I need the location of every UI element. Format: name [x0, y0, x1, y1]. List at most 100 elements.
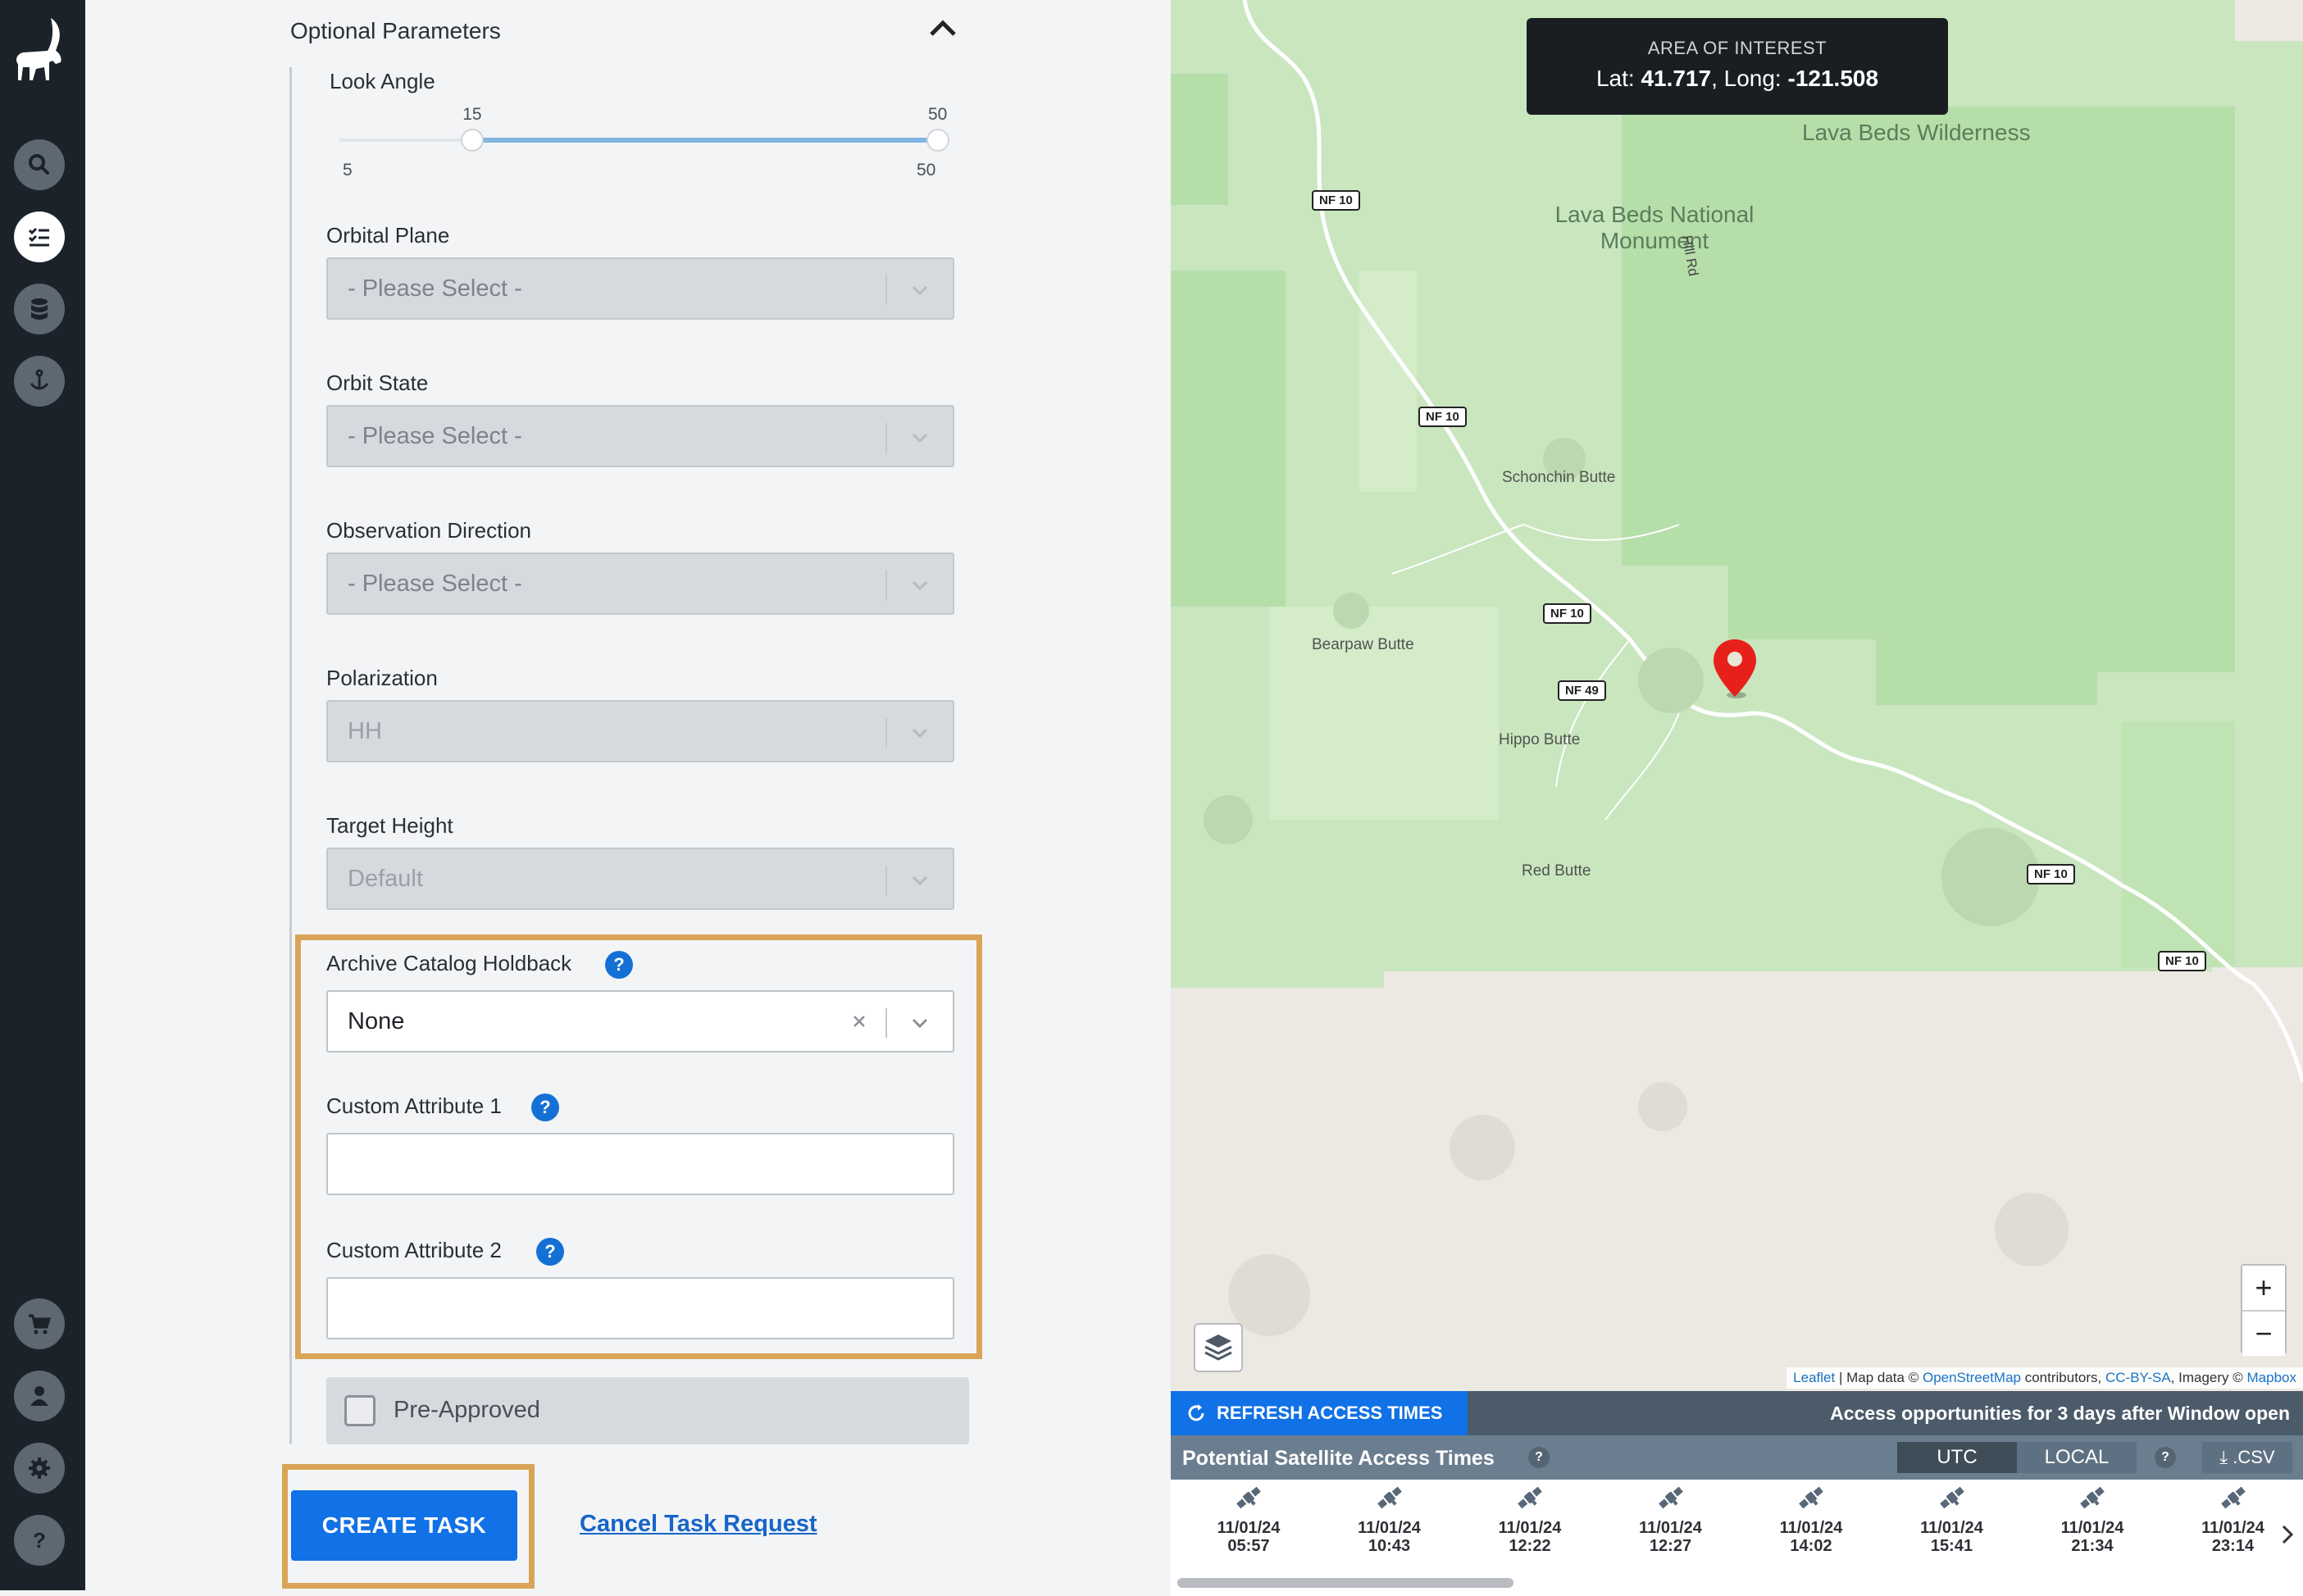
access-slot[interactable]: 11/01/24 15:41	[1907, 1483, 1997, 1555]
slot-date: 11/01/24	[2060, 1519, 2124, 1537]
refresh-access-times-button[interactable]: REFRESH ACCESS TIMES	[1171, 1391, 1468, 1435]
slot-time: 12:27	[1649, 1537, 1692, 1555]
access-slot[interactable]: 11/01/24 10:43	[1345, 1483, 1435, 1555]
orbital-plane-select[interactable]: - Please Select -	[326, 257, 954, 320]
download-icon: ⤓	[2219, 1447, 2228, 1467]
map-label-monument-line2: Monument	[1600, 228, 1709, 253]
orbital-plane-label: Orbital Plane	[326, 223, 450, 248]
access-toolbar: REFRESH ACCESS TIMES Access opportunitie…	[1171, 1391, 2303, 1435]
road-shield-nf10: NF 10	[2158, 951, 2206, 971]
section-title: Optional Parameters	[290, 18, 501, 43]
custom-attribute-1-help-icon[interactable]: ?	[531, 1094, 559, 1121]
nav-anchor[interactable]	[14, 356, 65, 407]
leaflet-link[interactable]: Leaflet	[1793, 1370, 1835, 1385]
nav-tasks[interactable]	[14, 211, 65, 262]
anchor-icon	[30, 369, 49, 390]
slot-date: 11/01/24	[1639, 1519, 1702, 1537]
aoi-title: AREA OF INTEREST	[1647, 38, 1827, 58]
csv-label: .CSV	[2232, 1447, 2275, 1467]
observation-direction-value: - Please Select -	[348, 571, 522, 597]
mapbox-link[interactable]: Mapbox	[2247, 1370, 2296, 1385]
look-angle-min-handle[interactable]	[461, 129, 485, 152]
horizontal-scrollbar[interactable]	[1177, 1578, 1513, 1588]
road-shield-nf49: NF 49	[1558, 680, 1606, 701]
chevron-up-icon[interactable]	[926, 15, 959, 39]
clear-icon[interactable]	[848, 1010, 871, 1033]
location-pin-icon[interactable]	[1712, 638, 1758, 700]
target-height-select[interactable]: Default	[326, 848, 954, 910]
satellite-icon	[2220, 1486, 2246, 1509]
target-height-label: Target Height	[326, 813, 453, 838]
access-help-icon[interactable]: ?	[1528, 1447, 1550, 1468]
look-angle-max-handle[interactable]	[926, 129, 949, 152]
aoi-coordinates: Lat: 41.717, Long: -121.508	[1595, 66, 1879, 91]
local-toggle[interactable]: LOCAL	[2017, 1442, 2137, 1473]
access-slot[interactable]: 11/01/24 12:22	[1485, 1483, 1575, 1555]
zoom-in-button[interactable]: +	[2242, 1266, 2285, 1310]
chevron-down-icon	[912, 875, 928, 886]
orbit-state-label: Orbit State	[326, 371, 429, 395]
satellite-icon	[1377, 1486, 1402, 1509]
nav-profile[interactable]	[14, 1371, 65, 1421]
download-csv-button[interactable]: ⤓ .CSV	[2202, 1442, 2292, 1473]
custom-attribute-1-input[interactable]	[326, 1133, 954, 1195]
zoom-out-button[interactable]: −	[2242, 1312, 2285, 1356]
observation-direction-label: Observation Direction	[326, 518, 531, 543]
layers-control[interactable]	[1194, 1323, 1243, 1372]
nav-settings[interactable]	[14, 1443, 65, 1494]
archive-holdback-help-icon[interactable]: ?	[605, 951, 633, 979]
polarization-value: HH	[348, 718, 382, 744]
ibex-logo-icon[interactable]	[8, 15, 75, 97]
map-view[interactable]: AREA OF INTEREST Lat: 41.717, Long: -121…	[1171, 0, 2303, 1391]
slot-time: 12:22	[1509, 1537, 1551, 1555]
slot-date: 11/01/24	[2201, 1519, 2264, 1537]
custom-attribute-2-help-icon[interactable]: ?	[536, 1238, 564, 1266]
slot-date: 11/01/24	[1920, 1519, 1983, 1537]
satellite-icon	[1518, 1486, 1542, 1509]
osm-link[interactable]: OpenStreetMap	[1923, 1370, 2021, 1385]
select-separator	[885, 1008, 887, 1038]
archive-holdback-label: Archive Catalog Holdback	[326, 951, 572, 975]
nav-database[interactable]	[14, 284, 65, 334]
select-separator	[885, 423, 887, 452]
orbital-plane-value: - Please Select -	[348, 275, 522, 302]
create-task-button[interactable]: CREATE TASK	[291, 1490, 517, 1561]
slot-time: 05:57	[1227, 1537, 1270, 1555]
access-slot[interactable]: 11/01/24 23:14	[2188, 1483, 2278, 1555]
archive-holdback-select[interactable]: None	[326, 990, 954, 1053]
slot-date: 11/01/24	[1498, 1519, 1562, 1537]
cart-icon	[29, 1314, 52, 1335]
lat-label: Lat:	[1595, 66, 1635, 91]
database-icon	[31, 298, 48, 320]
nav-help[interactable]: ?	[14, 1515, 65, 1566]
polarization-select[interactable]: HH	[326, 700, 954, 762]
slot-date: 11/01/24	[1217, 1519, 1281, 1537]
satellite-icon	[1799, 1486, 1823, 1509]
nav-search[interactable]	[14, 139, 65, 190]
satellite-icon	[1939, 1486, 1964, 1509]
orbit-state-select[interactable]: - Please Select -	[326, 405, 954, 467]
svg-text:?: ?	[33, 1528, 46, 1553]
map-label-monument-line1: Lava Beds National	[1554, 202, 1755, 227]
access-slot[interactable]: 11/01/24 14:02	[1766, 1483, 1856, 1555]
cancel-task-link[interactable]: Cancel Task Request	[580, 1511, 817, 1538]
timezone-help-icon[interactable]: ?	[2155, 1447, 2176, 1468]
access-title: Potential Satellite Access Times	[1182, 1447, 1495, 1470]
custom-attribute-2-input[interactable]	[326, 1277, 954, 1339]
polarization-label: Polarization	[326, 666, 438, 690]
poi-red-butte: Red Butte	[1522, 862, 1591, 880]
chevron-down-icon	[912, 1018, 928, 1029]
pre-approved-checkbox[interactable]	[344, 1395, 375, 1426]
target-height-value: Default	[348, 866, 423, 892]
access-slot[interactable]: 11/01/24 05:57	[1204, 1483, 1294, 1555]
access-slot[interactable]: 11/01/24 21:34	[2047, 1483, 2137, 1555]
chevron-right-icon[interactable]	[2279, 1522, 2296, 1547]
access-opportunity-text: Access opportunities for 3 days after Wi…	[1830, 1403, 2290, 1424]
nav-cart[interactable]	[14, 1298, 65, 1349]
utc-toggle[interactable]: UTC	[1897, 1442, 2017, 1473]
license-link[interactable]: CC-BY-SA	[2105, 1370, 2171, 1385]
observation-direction-select[interactable]: - Please Select -	[326, 552, 954, 615]
layers-icon	[1204, 1335, 1232, 1361]
access-slot[interactable]: 11/01/24 12:27	[1626, 1483, 1716, 1555]
pre-approved-row[interactable]: Pre-Approved	[326, 1377, 969, 1444]
